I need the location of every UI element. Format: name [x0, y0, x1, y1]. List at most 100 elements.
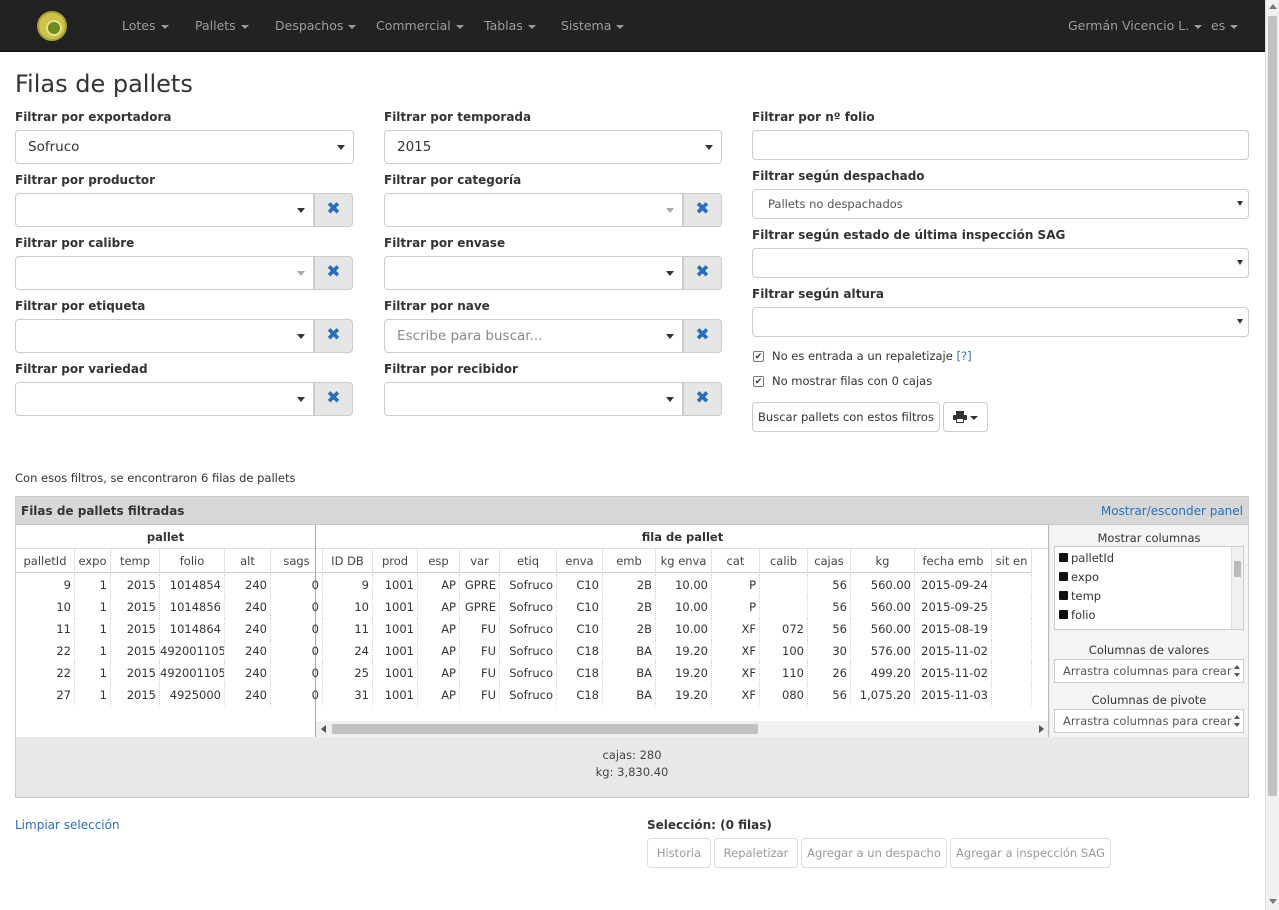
filter-envase-select[interactable] — [384, 256, 683, 290]
scroll-up-arrow-icon[interactable] — [1269, 4, 1277, 9]
table-cell[interactable]: 1 — [75, 574, 111, 596]
clear-calibre-button[interactable]: ✖ — [314, 256, 353, 290]
grid-scroll-thumb[interactable] — [332, 724, 758, 734]
table-cell[interactable]: 0 — [271, 640, 323, 662]
table-cell[interactable]: 560.00 — [851, 596, 915, 618]
table-cell[interactable]: 1014854 — [160, 574, 225, 596]
add-to-dispatch-button[interactable]: Agregar a un despacho — [801, 838, 947, 868]
table-cell[interactable]: 0 — [271, 596, 323, 618]
nav-language[interactable]: es — [1211, 0, 1239, 52]
table-cell[interactable]: 2015-08-19 — [915, 618, 992, 640]
table-cell[interactable]: AP — [418, 662, 460, 684]
table-cell[interactable]: 240 — [225, 640, 271, 662]
scroll-right-arrow-icon[interactable] — [1039, 725, 1044, 733]
nav-user-menu[interactable]: Germán Vicencio L. — [1068, 0, 1203, 52]
table-cell[interactable] — [760, 596, 808, 618]
table-cell[interactable]: GPRE — [460, 574, 500, 596]
table-cell[interactable] — [992, 574, 1032, 596]
column-list-scroll-thumb[interactable] — [1234, 561, 1241, 577]
table-cell[interactable]: 100 — [760, 640, 808, 662]
filter-categoria-select[interactable] — [384, 193, 683, 227]
column-list[interactable]: palletId expo temp folio — [1054, 546, 1244, 630]
table-cell[interactable]: 22 — [16, 640, 75, 662]
column-header[interactable]: etiq — [500, 549, 557, 573]
scrollbar-thumb[interactable] — [1268, 16, 1277, 796]
column-toggle-expo[interactable]: expo — [1059, 568, 1099, 587]
column-header[interactable]: calib — [760, 549, 808, 573]
historia-button[interactable]: Historia — [647, 838, 711, 868]
table-cell[interactable]: FU — [460, 640, 500, 662]
table-cell[interactable]: 10.00 — [656, 596, 712, 618]
table-cell[interactable]: 2015 — [111, 574, 160, 596]
table-cell[interactable]: 080 — [760, 684, 808, 706]
clear-variedad-button[interactable]: ✖ — [314, 382, 353, 416]
clear-selection-link[interactable]: Limpiar selección — [15, 818, 120, 832]
table-cell[interactable] — [992, 640, 1032, 662]
table-cell[interactable]: Sofruco — [500, 596, 557, 618]
table-cell[interactable]: 240 — [225, 618, 271, 640]
table-cell[interactable]: 19.20 — [656, 662, 712, 684]
table-cell[interactable]: 24 — [323, 640, 373, 662]
table-cell[interactable]: 110 — [760, 662, 808, 684]
table-cell[interactable]: 1001 — [373, 596, 418, 618]
table-cell[interactable]: 1001 — [373, 640, 418, 662]
table-cell[interactable]: XF — [712, 662, 760, 684]
table-cell[interactable]: 1001 — [373, 662, 418, 684]
table-cell[interactable]: XF — [712, 618, 760, 640]
table-cell[interactable]: 56 — [808, 574, 851, 596]
table-cell[interactable]: 2015-09-25 — [915, 596, 992, 618]
table-cell[interactable]: C10 — [557, 574, 603, 596]
column-toggle-temp[interactable]: temp — [1059, 587, 1101, 606]
table-cell[interactable]: Sofruco — [500, 684, 557, 706]
table-cell[interactable]: 560.00 — [851, 574, 915, 596]
table-cell[interactable]: C10 — [557, 596, 603, 618]
table-cell[interactable]: 2015 — [111, 618, 160, 640]
repaletizaje-help-link[interactable]: [?] — [956, 349, 971, 363]
table-cell[interactable]: 30 — [808, 640, 851, 662]
column-header[interactable]: ID DB — [323, 549, 373, 573]
clear-categoria-button[interactable]: ✖ — [683, 193, 722, 227]
table-cell[interactable]: 4925000 — [160, 684, 225, 706]
table-cell[interactable]: 26 — [808, 662, 851, 684]
table-cell[interactable]: 0 — [271, 684, 323, 706]
scroll-down-arrow-icon[interactable] — [1269, 899, 1277, 904]
column-header[interactable]: palletId — [16, 549, 75, 573]
table-cell[interactable]: 2015 — [111, 640, 160, 662]
table-cell[interactable]: 1014864 — [160, 618, 225, 640]
filter-calibre-select[interactable] — [15, 256, 314, 290]
filter-nave-select[interactable]: Escribe para buscar... — [384, 319, 683, 353]
table-cell[interactable] — [760, 574, 808, 596]
filter-altura-select[interactable] — [752, 307, 1249, 337]
table-cell[interactable]: 2015-11-02 — [915, 662, 992, 684]
table-cell[interactable]: C10 — [557, 618, 603, 640]
nav-pallets[interactable]: Pallets — [195, 0, 249, 52]
table-cell[interactable]: 2015-11-03 — [915, 684, 992, 706]
table-cell[interactable]: 1 — [75, 640, 111, 662]
table-cell[interactable]: 240 — [225, 574, 271, 596]
filter-folio-input[interactable] — [752, 130, 1249, 160]
nav-commercial[interactable]: Commercial — [376, 0, 464, 52]
column-header[interactable]: folio — [160, 549, 225, 573]
table-cell[interactable]: Sofruco — [500, 618, 557, 640]
column-header[interactable]: alt — [225, 549, 271, 573]
column-header[interactable]: kg enva — [656, 549, 712, 573]
table-cell[interactable]: C18 — [557, 684, 603, 706]
nav-sistema[interactable]: Sistema — [561, 0, 625, 52]
table-cell[interactable]: 2015-09-24 — [915, 574, 992, 596]
kiwi-logo-icon[interactable] — [37, 11, 67, 41]
table-cell[interactable]: 499.20 — [851, 662, 915, 684]
table-cell[interactable]: 1001 — [373, 574, 418, 596]
table-cell[interactable]: Sofruco — [500, 640, 557, 662]
scroll-left-arrow-icon[interactable] — [321, 725, 326, 733]
table-cell[interactable]: 560.00 — [851, 618, 915, 640]
table-cell[interactable]: AP — [418, 574, 460, 596]
table-cell[interactable]: 072 — [760, 618, 808, 640]
table-cell[interactable]: BA — [603, 640, 656, 662]
repaletizar-button[interactable]: Repaletizar — [714, 838, 798, 868]
table-cell[interactable]: 0 — [271, 618, 323, 640]
table-cell[interactable]: 19.20 — [656, 640, 712, 662]
table-cell[interactable]: 2B — [603, 574, 656, 596]
column-header[interactable]: kg — [851, 549, 915, 573]
page-scrollbar[interactable] — [1265, 0, 1279, 910]
filter-temporada-select[interactable]: 2015 — [384, 130, 722, 164]
